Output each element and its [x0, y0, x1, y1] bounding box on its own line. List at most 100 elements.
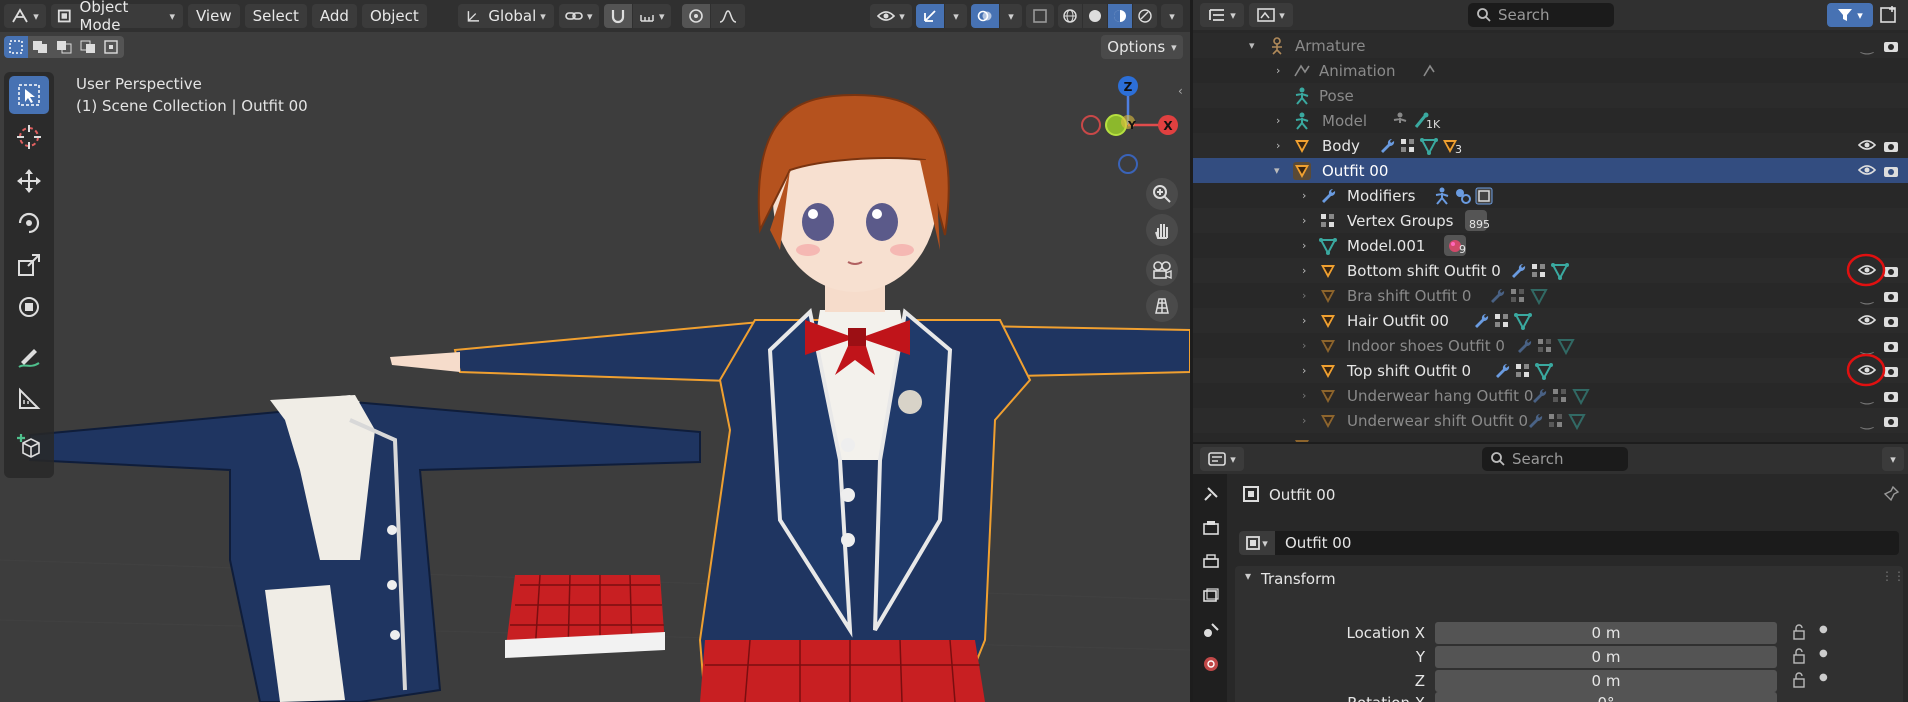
- tool-select-box[interactable]: [9, 76, 49, 114]
- falloff-dropdown[interactable]: [710, 4, 745, 28]
- expand-arrow-icon[interactable]: ›: [1302, 314, 1306, 327]
- object-type-dropdown[interactable]: ▾: [1239, 531, 1275, 555]
- outliner-row-outfit-00[interactable]: ▾ Outfit 00: [1193, 158, 1908, 183]
- expand-arrow-icon[interactable]: ›: [1276, 114, 1280, 127]
- hidden-eye-icon[interactable]: ‿: [1861, 287, 1873, 305]
- zoom-button[interactable]: [1146, 178, 1178, 210]
- proportional-edit-toggle[interactable]: [681, 4, 710, 28]
- rotation-x-field[interactable]: 0°: [1435, 692, 1777, 702]
- tool-measure[interactable]: [9, 380, 49, 418]
- camera-icon[interactable]: [1883, 389, 1899, 403]
- outliner-row-animation[interactable]: › Animation: [1193, 58, 1908, 83]
- select-new-button[interactable]: [4, 36, 28, 58]
- menu-select[interactable]: Select: [244, 4, 307, 28]
- expand-arrow-icon[interactable]: ›: [1302, 239, 1306, 252]
- location-y-field[interactable]: 0 m: [1435, 646, 1777, 668]
- tab-render[interactable]: [1197, 514, 1224, 541]
- tool-move[interactable]: [9, 162, 49, 200]
- tab-tool[interactable]: [1197, 480, 1224, 507]
- properties-search-input[interactable]: Search: [1482, 447, 1628, 471]
- keyframe-dot-icon[interactable]: ●: [1819, 672, 1828, 683]
- outliner-row-vertex-groups[interactable]: › Vertex Groups 895: [1193, 208, 1908, 233]
- tool-rotate[interactable]: [9, 204, 49, 242]
- eye-icon[interactable]: [1858, 139, 1876, 151]
- hidden-eye-icon[interactable]: ‿: [1861, 387, 1873, 405]
- outliner-row-underwear-hang[interactable]: › Underwear hang Outfit 0 ‿: [1193, 383, 1908, 408]
- camera-icon[interactable]: [1883, 414, 1899, 428]
- mode-dropdown[interactable]: Object Mode ▾: [51, 0, 183, 34]
- outliner-row-bra-shift[interactable]: › Bra shift Outfit 0 ‿: [1193, 283, 1908, 308]
- keyframe-dot-icon[interactable]: ●: [1819, 624, 1828, 635]
- outliner-row-underwear-shift[interactable]: › Underwear shift Outfit 0 ‿: [1193, 408, 1908, 433]
- camera-icon[interactable]: [1883, 39, 1899, 53]
- camera-icon[interactable]: [1883, 314, 1899, 328]
- lock-icon[interactable]: [1791, 624, 1807, 640]
- properties-editor-type[interactable]: ▾: [1200, 447, 1244, 471]
- navigation-gizmo[interactable]: Z X Y: [1076, 72, 1182, 178]
- gizmo-dropdown[interactable]: ▾: [945, 4, 967, 28]
- menu-add[interactable]: Add: [311, 4, 357, 28]
- hidden-eye-icon[interactable]: ‿: [1861, 412, 1873, 430]
- gizmo-toggle[interactable]: [916, 4, 944, 28]
- properties-options-dropdown[interactable]: ▾: [1882, 447, 1904, 471]
- snap-target-dropdown[interactable]: ▾: [632, 4, 671, 28]
- expand-arrow-icon[interactable]: ›: [1302, 189, 1306, 202]
- filter-dropdown[interactable]: ▾: [1827, 3, 1873, 27]
- menu-object[interactable]: Object: [361, 4, 427, 28]
- select-intersect-button[interactable]: [100, 36, 124, 58]
- pin-icon[interactable]: [1883, 486, 1899, 502]
- tab-view-layer[interactable]: [1197, 582, 1224, 609]
- shading-solid[interactable]: [1083, 4, 1107, 28]
- outliner-row-partial[interactable]: [1193, 433, 1908, 442]
- options-dropdown[interactable]: Options ▾: [1101, 35, 1183, 59]
- shading-dropdown[interactable]: ▾: [1161, 4, 1183, 28]
- select-extend-button[interactable]: [28, 36, 52, 58]
- expand-arrow-icon[interactable]: ›: [1302, 389, 1306, 402]
- keyframe-dot-icon[interactable]: ●: [1819, 648, 1828, 659]
- expand-arrow-icon[interactable]: ›: [1302, 289, 1306, 302]
- camera-view-button[interactable]: [1146, 254, 1178, 286]
- camera-icon[interactable]: [1883, 339, 1899, 353]
- outliner-search-input[interactable]: Search: [1468, 3, 1614, 27]
- expand-arrow-icon[interactable]: ›: [1302, 364, 1306, 377]
- outliner-row-model-001[interactable]: › Model.001 9: [1193, 233, 1908, 258]
- menu-view[interactable]: View: [188, 4, 240, 28]
- expand-arrow-icon[interactable]: ›: [1302, 414, 1306, 427]
- outliner-row-armature[interactable]: ▾ Armature ‿: [1193, 33, 1908, 58]
- shading-wireframe[interactable]: [1058, 4, 1082, 28]
- outliner-row-body[interactable]: › Body 3: [1193, 133, 1908, 158]
- outliner-row-pose[interactable]: Pose: [1193, 83, 1908, 108]
- lock-icon[interactable]: [1791, 648, 1807, 664]
- tool-annotate[interactable]: [9, 338, 49, 376]
- expand-arrow-icon[interactable]: ›: [1302, 214, 1306, 227]
- location-x-field[interactable]: 0 m: [1435, 622, 1777, 644]
- 3d-viewport[interactable]: ▾ Object Mode ▾ View Select Add Object G…: [0, 0, 1190, 702]
- shading-material[interactable]: [1108, 4, 1132, 28]
- tab-world[interactable]: [1197, 650, 1224, 677]
- new-collection-button[interactable]: [1878, 5, 1900, 25]
- tool-transform[interactable]: [9, 288, 49, 326]
- tab-scene[interactable]: [1197, 616, 1224, 643]
- camera-icon[interactable]: [1883, 164, 1899, 178]
- outliner-row-top-shift[interactable]: › Top shift Outfit 0: [1193, 353, 1908, 387]
- select-invert-button[interactable]: [76, 36, 100, 58]
- outliner-row-modifiers[interactable]: › Modifiers: [1193, 183, 1908, 208]
- expand-arrow-icon[interactable]: ›: [1302, 264, 1306, 277]
- pan-button[interactable]: [1146, 214, 1178, 246]
- camera-icon[interactable]: [1883, 289, 1899, 303]
- visibility-dropdown[interactable]: ▾: [870, 4, 912, 28]
- sidebar-toggle-arrow[interactable]: ‹: [1178, 84, 1183, 98]
- collapse-arrow-icon[interactable]: ▾: [1249, 39, 1255, 52]
- hidden-eye-icon[interactable]: ‿: [1861, 37, 1873, 55]
- drag-handle-icon[interactable]: ⋮⋮: [1881, 569, 1905, 583]
- location-z-field[interactable]: 0 m: [1435, 670, 1777, 692]
- overlay-toggle[interactable]: [971, 4, 999, 28]
- perspective-toggle-button[interactable]: [1146, 290, 1178, 322]
- tool-scale[interactable]: [9, 246, 49, 284]
- shading-rendered[interactable]: [1133, 4, 1157, 28]
- outliner-row-indoor-shoes[interactable]: › Indoor shoes Outfit 0 ‿: [1193, 333, 1908, 358]
- expand-arrow-icon[interactable]: ›: [1276, 139, 1280, 152]
- eye-icon[interactable]: [1858, 314, 1876, 326]
- tool-add-cube[interactable]: [9, 428, 49, 466]
- eye-icon[interactable]: [1858, 164, 1876, 176]
